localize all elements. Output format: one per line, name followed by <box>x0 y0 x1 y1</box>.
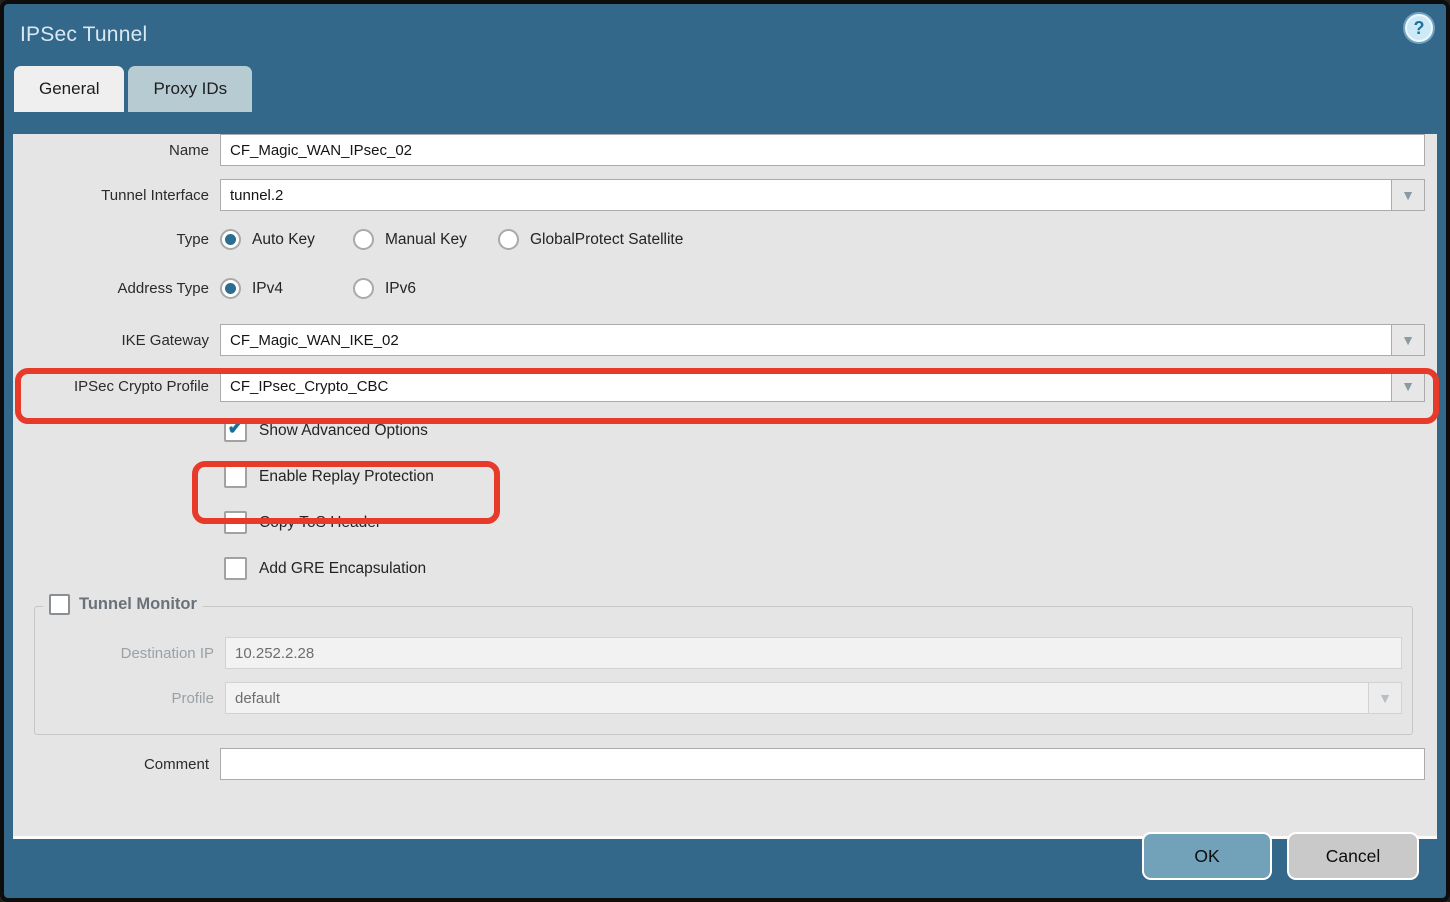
monitor-profile-row: Profile default ▼ <box>35 682 1402 714</box>
comment-row: Comment <box>13 748 1425 780</box>
address-type-radio-group: IPv4 IPv6 <box>220 278 416 299</box>
dialog-titlebar: IPSec Tunnel ? <box>4 4 1446 66</box>
checkmark-icon: ✔ <box>228 419 244 438</box>
help-icon[interactable]: ? <box>1405 14 1433 42</box>
name-row: Name CF_Magic_WAN_IPsec_02 <box>13 134 1425 166</box>
ok-button[interactable]: OK <box>1142 832 1272 880</box>
show-advanced-options-checkbox[interactable]: ✔ <box>224 419 247 442</box>
tunnel-interface-value[interactable]: tunnel.2 <box>220 179 1391 211</box>
ike-gateway-dropdown-button[interactable]: ▼ <box>1391 324 1425 356</box>
chevron-down-icon: ▼ <box>1401 187 1415 203</box>
show-advanced-options-row[interactable]: ✔ Show Advanced Options <box>224 419 1425 442</box>
ipsec-crypto-profile-value[interactable]: CF_IPsec_Crypto_CBC <box>220 370 1391 402</box>
monitor-profile-dropdown-button: ▼ <box>1368 682 1402 714</box>
add-gre-encapsulation-row[interactable]: ✔ Add GRE Encapsulation <box>224 557 1425 580</box>
address-type-option-ipv6[interactable]: IPv6 <box>353 278 416 299</box>
add-gre-encapsulation-checkbox[interactable]: ✔ <box>224 557 247 580</box>
ipsec-form: Name CF_Magic_WAN_IPsec_02 Tunnel Interf… <box>13 134 1437 780</box>
chevron-down-icon: ▼ <box>1401 332 1415 348</box>
copy-tos-header-row[interactable]: ✔ Copy ToS Header <box>224 511 1425 534</box>
chevron-down-icon: ▼ <box>1378 690 1392 706</box>
ipsec-crypto-profile-dropdown-button[interactable]: ▼ <box>1391 370 1425 402</box>
tunnel-monitor-legend: ✔ Tunnel Monitor <box>43 594 203 615</box>
comment-label: Comment <box>13 756 220 773</box>
destination-ip-label: Destination IP <box>35 645 225 662</box>
name-input[interactable]: CF_Magic_WAN_IPsec_02 <box>220 134 1425 166</box>
address-type-row: Address Type IPv4 IPv6 <box>13 278 1425 299</box>
ipsec-crypto-profile-select: CF_IPsec_Crypto_CBC ▼ <box>220 370 1425 402</box>
dialog-title: IPSec Tunnel <box>20 23 147 47</box>
radio-icon[interactable] <box>353 229 374 250</box>
comment-input[interactable] <box>220 748 1425 780</box>
radio-icon[interactable] <box>220 229 241 250</box>
ike-gateway-select: CF_Magic_WAN_IKE_02 ▼ <box>220 324 1425 356</box>
type-option-globalprotect-satellite[interactable]: GlobalProtect Satellite <box>498 229 683 250</box>
type-row: Type Auto Key Manual Key GlobalProtect S… <box>13 229 1425 250</box>
type-label: Type <box>13 231 220 248</box>
monitor-profile-value: default <box>225 682 1368 714</box>
enable-replay-protection-checkbox[interactable]: ✔ <box>224 465 247 488</box>
destination-ip-input: 10.252.2.28 <box>225 637 1402 669</box>
monitor-profile-select: default ▼ <box>225 682 1402 714</box>
ipsec-tunnel-dialog: IPSec Tunnel ? General Proxy IDs Name CF… <box>0 0 1450 902</box>
radio-icon[interactable] <box>498 229 519 250</box>
general-tab-panel: Name CF_Magic_WAN_IPsec_02 Tunnel Interf… <box>13 134 1437 839</box>
copy-tos-header-checkbox[interactable]: ✔ <box>224 511 247 534</box>
radio-icon[interactable] <box>353 278 374 299</box>
tunnel-interface-dropdown-button[interactable]: ▼ <box>1391 179 1425 211</box>
tab-proxy-ids[interactable]: Proxy IDs <box>128 66 252 112</box>
tunnel-interface-label: Tunnel Interface <box>13 187 220 204</box>
type-option-manual-key[interactable]: Manual Key <box>353 229 498 250</box>
name-label: Name <box>13 142 220 159</box>
radio-icon[interactable] <box>220 278 241 299</box>
tunnel-interface-row: Tunnel Interface tunnel.2 ▼ <box>13 179 1425 211</box>
tunnel-interface-select: tunnel.2 ▼ <box>220 179 1425 211</box>
enable-replay-protection-row[interactable]: ✔ Enable Replay Protection <box>224 465 1425 488</box>
type-radio-group: Auto Key Manual Key GlobalProtect Satell… <box>220 229 683 250</box>
ipsec-crypto-profile-row: IPSec Crypto Profile CF_IPsec_Crypto_CBC… <box>13 370 1425 402</box>
address-type-option-ipv4[interactable]: IPv4 <box>220 278 353 299</box>
tab-bar: General Proxy IDs <box>4 66 1446 112</box>
tunnel-monitor-label: Tunnel Monitor <box>79 595 197 614</box>
destination-ip-row: Destination IP 10.252.2.28 <box>35 637 1402 669</box>
ike-gateway-label: IKE Gateway <box>13 332 220 349</box>
ike-gateway-value[interactable]: CF_Magic_WAN_IKE_02 <box>220 324 1391 356</box>
tunnel-monitor-fieldset: ✔ Tunnel Monitor Destination IP 10.252.2… <box>34 606 1413 735</box>
chevron-down-icon: ▼ <box>1401 378 1415 394</box>
tunnel-monitor-checkbox[interactable]: ✔ <box>49 594 70 615</box>
cancel-button[interactable]: Cancel <box>1287 832 1419 880</box>
ipsec-crypto-profile-label: IPSec Crypto Profile <box>13 378 220 395</box>
address-type-label: Address Type <box>13 280 220 297</box>
tab-general[interactable]: General <box>14 66 124 112</box>
monitor-profile-label: Profile <box>35 690 225 707</box>
type-option-auto-key[interactable]: Auto Key <box>220 229 353 250</box>
ike-gateway-row: IKE Gateway CF_Magic_WAN_IKE_02 ▼ <box>13 324 1425 356</box>
